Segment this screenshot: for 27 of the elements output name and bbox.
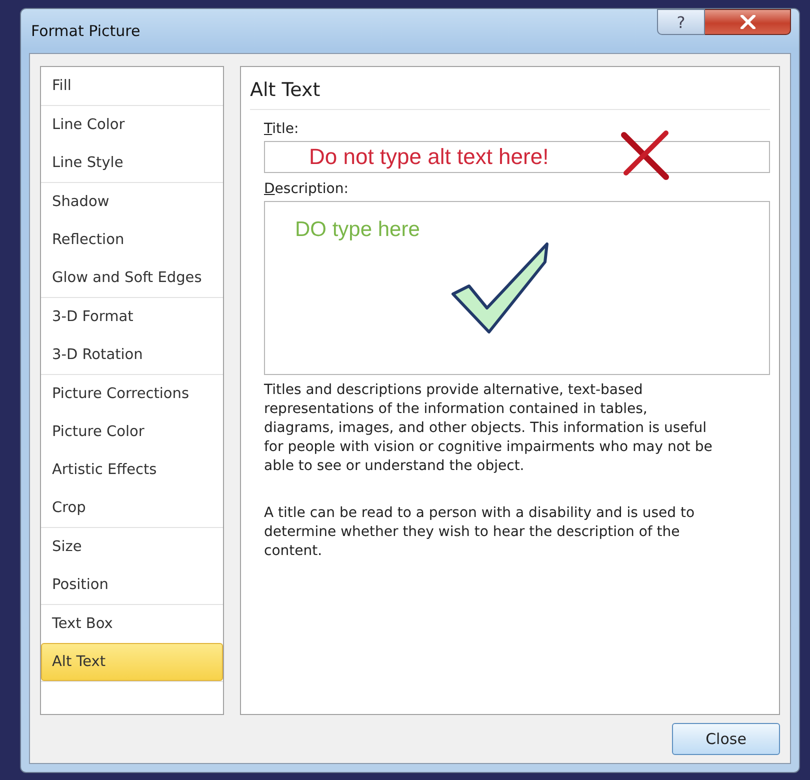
panel-heading: Alt Text — [250, 75, 770, 110]
close-icon — [740, 15, 756, 29]
description-label: Description: — [264, 181, 350, 197]
category-item[interactable]: Picture Corrections — [41, 375, 223, 413]
category-item[interactable]: Picture Color — [41, 413, 223, 451]
category-item[interactable]: Line Style — [41, 144, 223, 182]
category-item[interactable]: 3-D Format — [41, 298, 223, 336]
title-field[interactable]: Do not type alt text here! — [264, 141, 770, 173]
window-title: Format Picture — [31, 22, 140, 40]
category-item[interactable]: Shadow — [41, 183, 223, 221]
category-item[interactable]: Artistic Effects — [41, 451, 223, 489]
category-item[interactable]: Crop — [41, 489, 223, 527]
category-item[interactable]: Size — [41, 528, 223, 566]
category-item[interactable]: Glow and Soft Edges — [41, 259, 223, 297]
help-button[interactable]: ? — [657, 9, 705, 35]
close-window-button[interactable] — [705, 9, 791, 35]
category-item[interactable]: Reflection — [41, 221, 223, 259]
help-paragraph: A title can be read to a person with a disability and is used to determine whether they wish to hear the description of the content. — [264, 504, 696, 561]
close-button[interactable]: Close — [672, 723, 780, 755]
category-item[interactable]: 3-D Rotation — [41, 336, 223, 374]
help-paragraph: Titles and descriptions provide alternative, text-based representations of the information contained in tables, diagrams, images, and other objects. This information is useful for people with vision or cognitive impairments who may not be able to see or understand the object. — [264, 381, 714, 476]
category-item[interactable]: Fill — [41, 67, 223, 105]
title-label: Title: — [264, 121, 300, 137]
category-item[interactable]: Text Box — [41, 605, 223, 643]
category-item[interactable]: Position — [41, 566, 223, 604]
category-item[interactable]: Line Color — [41, 106, 223, 144]
category-item[interactable]: Alt Text — [41, 643, 223, 681]
